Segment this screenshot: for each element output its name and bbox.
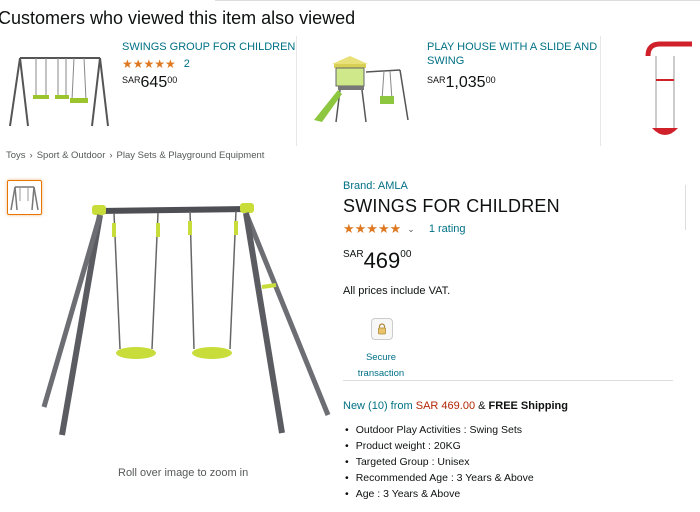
lock-icon[interactable] (371, 318, 393, 340)
star-rating-icon[interactable]: ★★★★★ (343, 221, 401, 237)
swing-set-small-image (9, 57, 109, 127)
new-offers-link[interactable]: New (10) from (343, 400, 416, 412)
red-swing-image (645, 41, 692, 135)
chevron-down-icon[interactable]: ⌄ (407, 224, 415, 235)
rating-count[interactable]: 2 (184, 58, 190, 70)
chevron-right-icon: › (109, 150, 113, 161)
breadcrumb-item[interactable]: Sport & Outdoor (37, 150, 106, 161)
feature-bullets: Outdoor Play Activities : Swing Sets Pro… (345, 422, 534, 502)
divider (343, 380, 673, 381)
breadcrumb-item[interactable]: Play Sets & Playground Equipment (117, 150, 265, 161)
brand-link[interactable]: Brand: AMLA (343, 180, 408, 192)
new-offers-price: SAR 469.00 (415, 400, 476, 412)
swing-set-image (41, 203, 331, 436)
list-item: Product weight : 20KG (345, 438, 534, 454)
carousel-title: Customers who viewed this item also view… (0, 8, 356, 28)
breadcrumb-item[interactable]: Toys (6, 150, 26, 161)
new-offers: New (10) from SAR 469.00 & FREE Shipping (343, 400, 568, 412)
carousel-item-2-title[interactable]: PLAY HOUSE WITH A SLIDE AND SWING (427, 40, 597, 68)
breadcrumb: Toys › Sport & Outdoor › Play Sets & Playgro… (6, 150, 264, 161)
divider (215, 0, 700, 1)
carousel-item-1-title[interactable]: SWINGS GROUP FOR CHILDREN (122, 40, 295, 54)
rating-row: ★★★★★ ⌄ 1 rating (343, 221, 466, 237)
carousel-item-1-price: SAR64500 (122, 74, 178, 91)
zoom-hint: Roll over image to zoom in (118, 467, 249, 479)
chevron-right-icon: › (29, 150, 33, 161)
carousel-item-3-image[interactable] (636, 40, 700, 140)
list-item: Targeted Group : Unisex (345, 454, 534, 470)
divider (685, 185, 686, 230)
play-house-image (314, 56, 409, 123)
carousel-item-1-rating[interactable]: ★★★★★ 2 (122, 57, 190, 71)
product-price: SAR46900 (343, 248, 412, 273)
rating-count-link[interactable]: 1 rating (429, 223, 466, 235)
main-product-image[interactable] (40, 195, 340, 445)
list-item: Outdoor Play Activities : Swing Sets (345, 422, 534, 438)
card-divider (296, 36, 297, 146)
image-thumbnail[interactable] (7, 180, 42, 215)
free-shipping-label: FREE Shipping (488, 400, 568, 412)
list-item: Recommended Age : 3 Years & Above (345, 470, 534, 486)
carousel-item-1-image[interactable] (8, 50, 112, 132)
carousel-item-2-image[interactable] (310, 52, 414, 132)
thumbnail-image (10, 186, 39, 211)
star-rating-icon: ★★★★★ (122, 57, 176, 71)
list-item: Age : 3 Years & Above (345, 486, 534, 502)
carousel-item-2-price: SAR1,03500 (427, 74, 496, 91)
product-title: SWINGS FOR CHILDREN (343, 196, 560, 216)
card-divider (600, 36, 601, 146)
secure-transaction-link[interactable]: Secure transaction (352, 350, 410, 382)
vat-note: All prices include VAT. (343, 285, 451, 297)
